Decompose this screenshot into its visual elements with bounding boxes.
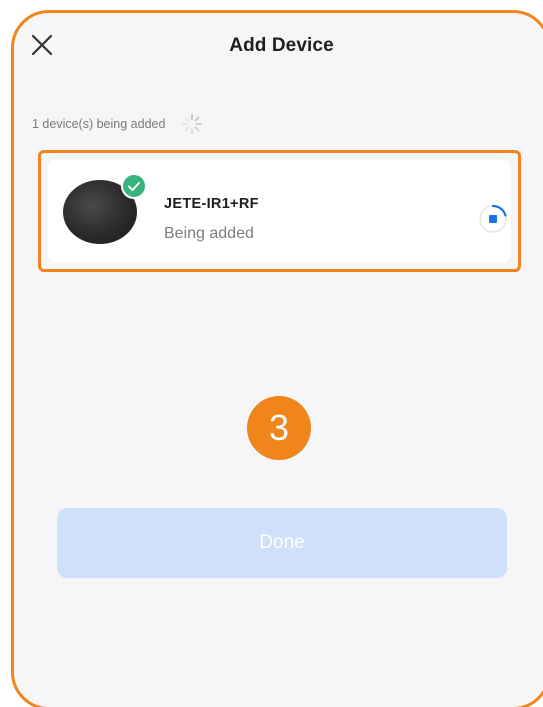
device-list-item[interactable]: JETE-IR1+RF Being added [48,159,511,263]
header: Add Device [14,13,543,77]
progress-button[interactable] [478,204,508,234]
device-status: Being added [164,225,254,242]
add-device-screen: Add Device 1 device(s) being added JETE-… [11,10,543,707]
loading-spinner-icon [182,114,203,134]
device-card: JETE-IR1+RF Being added [38,150,521,272]
check-mark-icon [128,182,140,191]
page: Add Device 1 device(s) being added JETE-… [0,0,543,707]
progress-stop-icon [479,204,507,233]
page-title: Add Device [229,35,334,56]
adding-status: 1 device(s) being added [32,113,203,135]
step-number-badge: 3 [247,396,311,460]
check-icon [121,173,147,199]
done-button[interactable]: Done [57,508,507,578]
device-name: JETE-IR1+RF [164,196,259,212]
adding-status-text: 1 device(s) being added [32,117,166,131]
